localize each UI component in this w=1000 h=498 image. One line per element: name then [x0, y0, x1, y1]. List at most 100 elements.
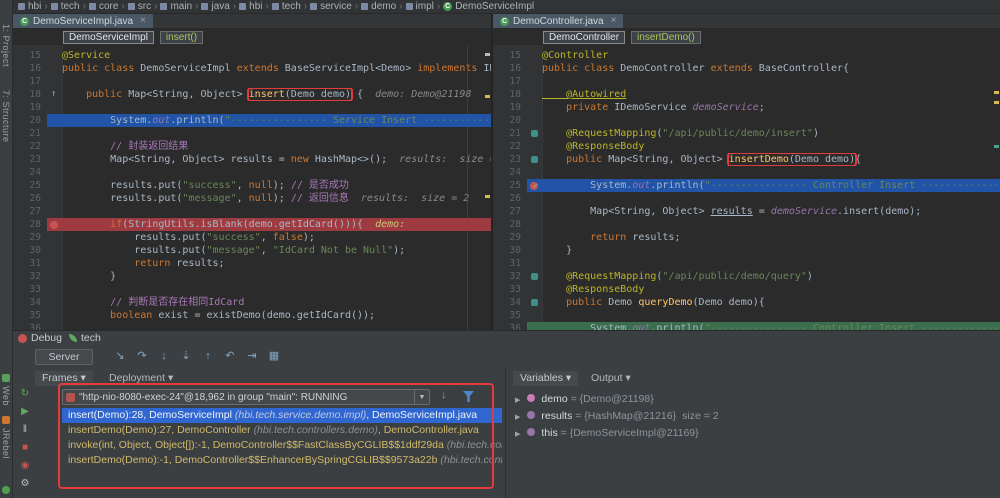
- expand-arrow-icon[interactable]: ▶: [515, 414, 520, 421]
- breadcrumb-class[interactable]: DemoController: [543, 31, 625, 44]
- code-line[interactable]: 36: [13, 322, 491, 330]
- code-line[interactable]: 29 results.put("success", false);: [13, 231, 491, 244]
- web-tool-icon[interactable]: [2, 374, 10, 382]
- tool-window-button-jrebel[interactable]: JRebel: [1, 428, 11, 459]
- code-line[interactable]: 22 // 封装返回结果: [13, 140, 491, 153]
- code-line[interactable]: 31: [493, 257, 1000, 270]
- tool-window-button-project[interactable]: 1: Project: [1, 24, 11, 67]
- stack-frame-row[interactable]: invoke(int, Object, Object[]):-1, DemoCo…: [62, 438, 502, 453]
- step-out-icon[interactable]: ↑: [201, 348, 215, 364]
- navbar-item[interactable]: src: [128, 1, 151, 12]
- code-line[interactable]: 22 @ResponseBody: [493, 140, 1000, 153]
- server-tab[interactable]: Server: [35, 349, 93, 365]
- code-line[interactable]: 21 @RequestMapping("/api/public/demo/ins…: [493, 127, 1000, 140]
- variables-tab[interactable]: Variables ▾: [513, 371, 578, 386]
- code-line[interactable]: 32 }: [13, 270, 491, 283]
- evaluate-expression-icon[interactable]: ▦: [267, 348, 281, 364]
- navbar-item[interactable]: hbi: [18, 1, 41, 12]
- code-line[interactable]: 33 @ResponseBody: [493, 283, 1000, 296]
- code-line[interactable]: 18 public Map<String, Object> insert(Dem…: [13, 88, 491, 101]
- thread-selector[interactable]: "http-nio-8080-exec-24"@18,962 in group …: [62, 389, 430, 405]
- jrebel-tool-icon[interactable]: [2, 416, 10, 424]
- breadcrumb-method[interactable]: insertDemo(): [631, 31, 701, 44]
- code-line[interactable]: 34 public Demo queryDemo(Demo demo){: [493, 296, 1000, 309]
- breadcrumb-method[interactable]: insert(): [160, 31, 203, 44]
- tool-window-button-structure[interactable]: 7: Structure: [1, 90, 11, 143]
- code-line[interactable]: 15@Service: [13, 49, 491, 62]
- code-line[interactable]: 16public class DemoController extends Ba…: [493, 62, 1000, 75]
- run-to-cursor-icon[interactable]: ⇥: [245, 348, 259, 364]
- expand-arrow-icon[interactable]: ▶: [515, 431, 520, 438]
- expand-arrow-icon[interactable]: ▶: [515, 397, 520, 404]
- spring-gutter-icon[interactable]: [527, 153, 542, 166]
- code-line[interactable]: 16public class DemoServiceImpl extends B…: [13, 62, 491, 75]
- code-line[interactable]: 21: [13, 127, 491, 140]
- navbar-item[interactable]: core: [89, 1, 118, 12]
- code-line[interactable]: 31 return results;: [13, 257, 491, 270]
- code-line[interactable]: 17: [493, 75, 1000, 88]
- implements-method-icon[interactable]: [47, 88, 62, 101]
- rerun-icon[interactable]: ↻: [17, 387, 33, 400]
- code-line[interactable]: 15@Controller: [493, 49, 1000, 62]
- frames-tab[interactable]: Frames ▾: [35, 371, 93, 386]
- step-into-icon[interactable]: ↓: [157, 348, 171, 364]
- code-line[interactable]: 18 @Autowired: [493, 88, 1000, 101]
- navbar-item[interactable]: java: [201, 1, 229, 12]
- code-line[interactable]: 36 System.out.println("---------------- …: [493, 322, 1000, 330]
- breakpoint-icon[interactable]: [47, 218, 62, 231]
- code-line[interactable]: 27 Map<String, Object> results = demoSer…: [493, 205, 1000, 218]
- code-line[interactable]: 32 @RequestMapping("/api/public/demo/que…: [493, 270, 1000, 283]
- code-line[interactable]: 28 if(StringUtils.isBlank(demo.getIdCard…: [13, 218, 491, 231]
- combo-dropdown-icon[interactable]: ▼: [414, 390, 429, 404]
- navbar-item[interactable]: main: [160, 1, 192, 12]
- code-line[interactable]: 19 private IDemoService demoService;: [493, 101, 1000, 114]
- code-line[interactable]: 26: [493, 192, 1000, 205]
- breadcrumb-class[interactable]: DemoServiceImpl: [63, 31, 154, 44]
- spring-gutter-icon[interactable]: [527, 296, 542, 309]
- code-line[interactable]: 23 Map<String, Object> results = new Has…: [13, 153, 491, 166]
- thread-step-icon[interactable]: ↓: [441, 389, 447, 401]
- editor-tab[interactable]: CDemoController.java×: [493, 14, 623, 28]
- code-line[interactable]: 19: [13, 101, 491, 114]
- code-line[interactable]: 17: [13, 75, 491, 88]
- code-line[interactable]: 35: [493, 309, 1000, 322]
- spring-gutter-icon[interactable]: [527, 127, 542, 140]
- code-line[interactable]: 29 return results;: [493, 231, 1000, 244]
- spring-gutter-icon[interactable]: [527, 270, 542, 283]
- code-line[interactable]: 23 public Map<String, Object> insertDemo…: [493, 153, 1000, 166]
- breakpoint-verified-icon[interactable]: ✓: [527, 179, 542, 192]
- editor-splitter[interactable]: [491, 14, 493, 330]
- code-line[interactable]: 25✓ System.out.println("----------------…: [493, 179, 1000, 192]
- stack-frame-row[interactable]: insertDemo(Demo):-1, DemoController$$Enh…: [62, 453, 502, 468]
- resume-icon[interactable]: ▶: [17, 405, 33, 418]
- navbar-item-class[interactable]: CDemoServiceImpl: [443, 1, 534, 12]
- code-line[interactable]: 30 }: [493, 244, 1000, 257]
- code-line[interactable]: 25 results.put("success", null); // 是否成功: [13, 179, 491, 192]
- settings-icon[interactable]: ⚙: [17, 477, 33, 490]
- code-line[interactable]: 33: [13, 283, 491, 296]
- variable-row[interactable]: ▶results = {HashMap@21216}size = 2: [505, 408, 1000, 425]
- variable-row[interactable]: ▶this = {DemoServiceImpl@21169}: [505, 425, 1000, 442]
- pause-icon[interactable]: ‖: [17, 423, 33, 436]
- code-line[interactable]: 26 results.put("message", null); // 返回信息…: [13, 192, 491, 205]
- navbar-item[interactable]: impl: [406, 1, 434, 12]
- drop-frame-icon[interactable]: ↶: [223, 348, 237, 364]
- navbar-item[interactable]: hbi: [239, 1, 262, 12]
- navbar-item[interactable]: tech: [272, 1, 301, 12]
- navbar-item[interactable]: service: [310, 1, 352, 12]
- code-line[interactable]: 28: [493, 218, 1000, 231]
- show-execution-point-icon[interactable]: ↘: [113, 348, 127, 364]
- stack-frame-row[interactable]: insertDemo(Demo):27, DemoController (hbi…: [62, 423, 502, 438]
- force-step-into-icon[interactable]: ⇣: [179, 348, 193, 364]
- code-line[interactable]: 20: [493, 114, 1000, 127]
- code-line[interactable]: 35 boolean exist = existDemo(demo.getIdC…: [13, 309, 491, 322]
- filter-icon[interactable]: [463, 391, 474, 402]
- code-line[interactable]: 20 System.out.println("---------------- …: [13, 114, 491, 127]
- code-line[interactable]: 24: [493, 166, 1000, 179]
- navbar-item[interactable]: demo: [361, 1, 396, 12]
- editor-tab[interactable]: CDemoServiceImpl.java×: [13, 14, 153, 28]
- deployment-tab[interactable]: Deployment ▾: [109, 371, 173, 386]
- output-tab[interactable]: Output ▾: [591, 371, 631, 386]
- navbar-item[interactable]: tech: [51, 1, 80, 12]
- view-breakpoints-icon[interactable]: ◉: [17, 459, 33, 472]
